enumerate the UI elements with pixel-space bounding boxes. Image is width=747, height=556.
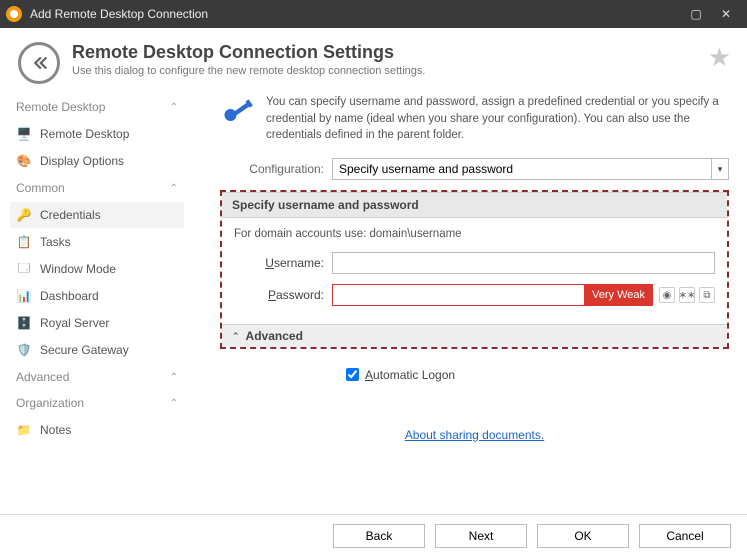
gauge-icon: 📊: [16, 288, 32, 304]
content-pane: You can specify username and password, a…: [188, 94, 747, 510]
copy-password-icon[interactable]: ⧉: [699, 287, 715, 303]
intro-text: You can specify username and password, a…: [266, 94, 729, 144]
username-label: UUsername:sername:: [234, 256, 324, 270]
sidebar-item-royal-server[interactable]: 🗄️ Royal Server: [10, 310, 184, 336]
sidebar: Remote Desktop⌃ 🖥️ Remote Desktop 🎨 Disp…: [0, 94, 188, 510]
sidebar-group-common[interactable]: Common⌃: [10, 175, 184, 201]
server-icon: 🗄️: [16, 315, 32, 331]
generate-password-icon[interactable]: ∗∗: [679, 287, 695, 303]
cancel-button[interactable]: Cancel: [639, 524, 731, 548]
reveal-password-icon[interactable]: ◉: [659, 287, 675, 303]
about-sharing-link[interactable]: About sharing documents.: [405, 428, 544, 442]
dialog-footer: Back Next OK Cancel: [0, 514, 747, 556]
sidebar-item-credentials[interactable]: 🔑 Credentials: [10, 202, 184, 228]
sidebar-item-notes[interactable]: 📁 Notes: [10, 417, 184, 443]
sidebar-item-dashboard[interactable]: 📊 Dashboard: [10, 283, 184, 309]
sidebar-item-tasks[interactable]: 📋 Tasks: [10, 229, 184, 255]
shield-icon: 🛡️: [16, 342, 32, 358]
window-icon: 🗔: [16, 261, 32, 277]
sidebar-item-remote-desktop[interactable]: 🖥️ Remote Desktop: [10, 121, 184, 147]
username-input[interactable]: [332, 252, 715, 274]
credentials-highlight-box: Specify username and password For domain…: [220, 190, 729, 349]
notes-icon: 📁: [16, 422, 32, 438]
window-close-button[interactable]: ✕: [711, 4, 741, 24]
password-label: PPassword:assword:: [234, 288, 324, 302]
credentials-key-icon: [220, 94, 266, 144]
back-button[interactable]: Back: [333, 524, 425, 548]
sidebar-item-secure-gateway[interactable]: 🛡️ Secure Gateway: [10, 337, 184, 363]
sidebar-item-window-mode[interactable]: 🗔 Window Mode: [10, 256, 184, 282]
page-title: Remote Desktop Connection Settings: [72, 42, 425, 63]
monitor-icon: 🖥️: [16, 126, 32, 142]
automatic-logon-checkbox[interactable]: [346, 368, 359, 381]
domain-hint: For domain accounts use: domain\username: [234, 228, 715, 240]
dialog-header: Remote Desktop Connection Settings Use t…: [0, 28, 747, 94]
page-subtitle: Use this dialog to configure the new rem…: [72, 65, 425, 77]
ok-button[interactable]: OK: [537, 524, 629, 548]
section-header: Specify username and password: [222, 192, 727, 218]
app-icon: [6, 6, 22, 22]
configuration-label: Configuration:: [220, 162, 324, 176]
configuration-dropdown[interactable]: [332, 158, 711, 180]
sidebar-group-advanced[interactable]: Advanced⌃: [10, 364, 184, 390]
window-title: Add Remote Desktop Connection: [30, 7, 208, 21]
password-input[interactable]: [332, 284, 584, 306]
chevron-up-icon: ⌃: [170, 102, 178, 113]
advanced-section-toggle[interactable]: ⌃ Advanced: [222, 324, 727, 347]
automatic-logon-label: AAutomatic Logonutomatic Logon: [365, 368, 455, 382]
chevron-up-icon: ⌃: [170, 372, 178, 383]
favorite-star-icon[interactable]: ★: [708, 42, 731, 73]
tasks-icon: 📋: [16, 234, 32, 250]
chevron-up-icon: ⌃: [170, 398, 178, 409]
titlebar: Add Remote Desktop Connection ▢ ✕: [0, 0, 747, 28]
dropdown-button[interactable]: ▾: [711, 158, 729, 180]
key-icon: 🔑: [16, 207, 32, 223]
window-maximize-button[interactable]: ▢: [681, 4, 711, 24]
chevron-up-icon: ⌃: [232, 331, 240, 342]
password-strength-badge: Very Weak: [584, 284, 653, 306]
chevron-up-icon: ⌃: [170, 183, 178, 194]
sidebar-item-display-options[interactable]: 🎨 Display Options: [10, 148, 184, 174]
palette-icon: 🎨: [16, 153, 32, 169]
sidebar-group-organization[interactable]: Organization⌃: [10, 390, 184, 416]
sidebar-group-remote-desktop[interactable]: Remote Desktop⌃: [10, 94, 184, 120]
next-button[interactable]: Next: [435, 524, 527, 548]
remote-desktop-icon: [18, 42, 60, 84]
